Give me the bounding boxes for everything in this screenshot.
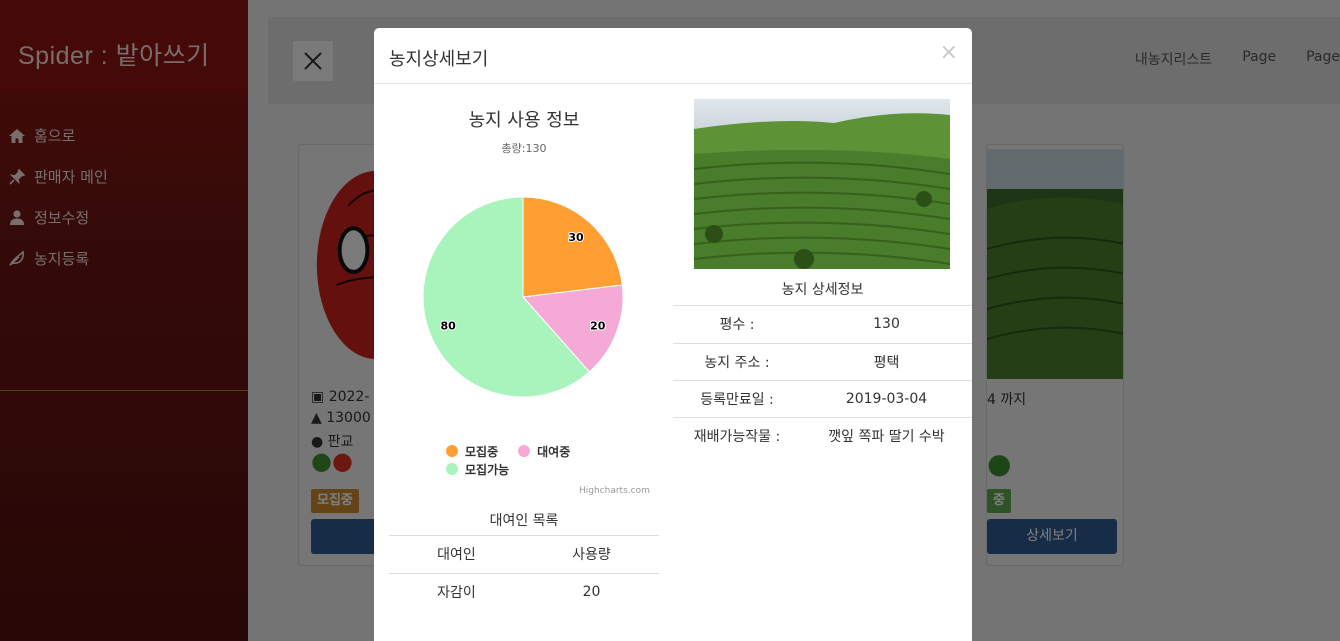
detail-key: 재배가능작물 : <box>693 428 781 445</box>
pie-data-label: 20 <box>590 319 606 332</box>
farm-land-photo <box>694 99 950 269</box>
legend-label: 대여중 <box>537 444 571 459</box>
detail-key: 농지 주소 : <box>673 343 801 381</box>
table-row: 자감이 20 <box>389 573 659 610</box>
detail-value: 평택 <box>801 343 972 381</box>
detail-value: 깻잎 쪽파 딸기 수박 <box>828 428 945 445</box>
chart-credits[interactable]: Highcharts.com <box>579 486 650 496</box>
farm-detail-table: 평수 : 130 농지 주소 : 평택 등록만료일 : 2019-03-04 재… <box>673 306 972 454</box>
modal-close-button[interactable]: × <box>940 42 958 64</box>
renter-name: 자감이 <box>437 584 476 601</box>
chart-title: 농지 사용 정보 <box>468 110 580 131</box>
legend-label: 모집가능 <box>465 462 510 477</box>
legend-item[interactable]: 모집중 <box>446 443 498 460</box>
legend-marker <box>446 463 458 475</box>
detail-key: 등록만료일 : <box>673 380 801 418</box>
legend-row: 모집가능 <box>446 460 656 478</box>
farm-detail-caption: 농지 상세정보 <box>673 276 972 306</box>
column-header-usage: 사용량 <box>524 536 659 574</box>
legend-item[interactable]: 대여중 <box>518 443 570 460</box>
chart-legend: 모집중 대여중모집가능 <box>446 442 656 478</box>
legend-marker <box>446 445 458 457</box>
renter-usage: 20 <box>582 583 601 600</box>
legend-label: 모집중 <box>465 444 499 459</box>
detail-value: 2019-03-04 <box>801 380 972 418</box>
legend-marker <box>518 445 531 457</box>
chart-subtitle: 총량:130 <box>501 142 547 155</box>
table-row: 농지 주소 : 평택 <box>673 343 972 381</box>
column-header-renter: 대여인 <box>389 536 524 574</box>
renter-table: 대여인 사용량 자감이 20 <box>389 536 659 610</box>
pie-data-label: 30 <box>568 231 584 244</box>
legend-row: 모집중 대여중 <box>446 442 656 460</box>
modal-title: 농지상세보기 <box>389 49 489 70</box>
table-row: 등록만료일 : 2019-03-04 <box>673 380 972 418</box>
table-row: 재배가능작물 : 깻잎 쪽파 딸기 수박 <box>673 417 972 454</box>
usage-pie-chart: 30 20 80 <box>422 196 624 398</box>
modal-header: 농지상세보기 × <box>374 28 972 84</box>
legend-item[interactable]: 모집가능 <box>446 461 509 478</box>
detail-value: 130 <box>801 306 972 344</box>
detail-key: 평수 : <box>673 306 801 344</box>
pie-data-label: 80 <box>441 319 457 332</box>
renter-list-caption: 대여인 목록 <box>389 508 659 536</box>
pie-slice[interactable] <box>522 196 623 298</box>
table-header-row: 대여인 사용량 <box>389 536 659 574</box>
table-row: 평수 : 130 <box>673 306 972 344</box>
farm-detail-modal: 농지상세보기 × 농지 사용 정보 총량:130 30 20 80 모집중 대여중 모집… <box>374 28 972 641</box>
